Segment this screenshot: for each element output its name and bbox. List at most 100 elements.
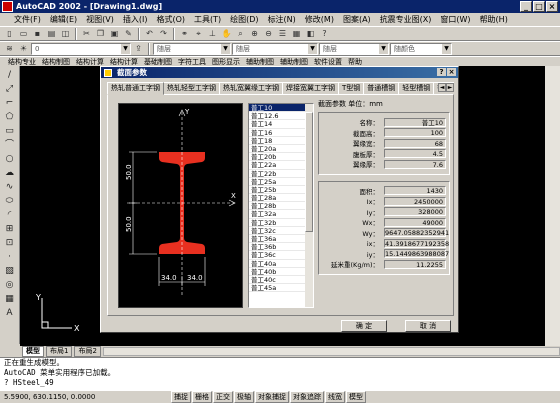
toolbar3-item[interactable]: 软件设置 [314,57,342,66]
print-preview-icon[interactable]: ◫ [59,28,72,40]
tab-section-type[interactable]: 热轧普通工字钢 [107,82,164,95]
polygon-icon[interactable]: ⬠ [3,111,17,124]
menu-item[interactable]: 绘图(D) [230,14,258,25]
menu-item[interactable]: 工具(T) [194,14,221,25]
list-item[interactable]: 普工45a [249,284,313,293]
color-dropdown[interactable]: 随层 [153,42,231,55]
osnap-icon[interactable]: ⌖ [192,28,205,40]
toolbar3-item[interactable]: 帮助 [348,57,362,66]
copy-icon[interactable]: ❐ [94,28,107,40]
list-item[interactable]: 普工22a [249,161,313,170]
status-toggle-button[interactable]: 对象捕捉 [255,391,289,403]
command-window[interactable]: 正在重生成模型。 AutoCAD 菜单实用程序已加载。 ? HSteel_49 [0,357,560,391]
minimize-button[interactable]: _ [520,1,532,12]
undo-icon[interactable]: ↶ [143,28,156,40]
match-properties-icon[interactable]: ✎ [122,28,135,40]
circle-icon[interactable]: ○ [3,153,17,166]
point-icon[interactable]: · [3,251,17,264]
dialog-close-button[interactable]: × [447,68,456,76]
status-toggle-button[interactable]: 模型 [346,391,366,403]
status-toggle-button[interactable]: 正交 [213,391,233,403]
list-item[interactable]: 普工16 [249,129,313,137]
toolbar3-item[interactable]: 字符工具 [178,57,206,66]
mtext-icon[interactable]: A [3,307,17,320]
list-item[interactable]: 普工10 [249,104,313,113]
list-item[interactable]: 普工36a [249,235,313,244]
region-icon[interactable]: ◎ [3,279,17,292]
list-scrollbar[interactable] [305,104,313,307]
hatch-icon[interactable]: ▧ [3,265,17,278]
list-item[interactable]: 普工18 [249,137,313,145]
paste-icon[interactable]: ▣ [108,28,121,40]
insert-block-icon[interactable]: ⊞ [3,223,17,236]
tab-model[interactable]: 模型 [22,346,44,357]
line-icon[interactable]: / [3,69,17,82]
open-file-icon[interactable]: ▭ [17,28,30,40]
list-item[interactable]: 普工36c [249,251,313,260]
zoom-realtime-icon[interactable]: ⌕ [234,28,247,40]
ucs-icon[interactable]: ⊥ [206,28,219,40]
list-item[interactable]: 普工20a [249,145,313,154]
tab-layout1[interactable]: 布局1 [46,346,73,357]
list-item[interactable]: 普工25a [249,178,313,186]
menu-item[interactable]: 格式(O) [156,14,185,25]
hyperlink-icon[interactable]: ⚭ [178,28,191,40]
menu-item[interactable]: 窗口(W) [440,14,470,25]
list-item[interactable]: 普工32c [249,227,313,235]
list-item[interactable]: 普工32b [249,219,313,227]
toolbar3-item[interactable]: 结构计算 [76,57,104,66]
menu-item[interactable]: 视图(V) [86,14,114,25]
menu-item[interactable]: 标注(N) [268,14,296,25]
arc-icon[interactable]: ⌒ [3,139,17,152]
layer-state-icon[interactable]: ☀ [17,43,30,55]
layer-dropdown[interactable]: 0 [31,42,131,55]
ok-button[interactable]: 确 定 [341,320,387,332]
menu-item[interactable]: 图案(A) [343,14,371,25]
ellipse-icon[interactable]: ⬭ [3,195,17,208]
status-toggle-button[interactable]: 极轴 [234,391,254,403]
tool-palette-icon[interactable]: ◧ [304,28,317,40]
lineweight-dropdown[interactable]: 随层 [319,42,389,55]
status-toggle-button[interactable]: 线宽 [325,391,345,403]
maximize-button[interactable]: □ [533,1,545,12]
ellipse-arc-icon[interactable]: ◜ [3,209,17,222]
linetype-dropdown[interactable]: 随层 [232,42,318,55]
redo-icon[interactable]: ↷ [157,28,170,40]
list-item[interactable]: 普工40b [249,268,313,276]
construction-line-icon[interactable]: ⤢ [3,83,17,96]
toolbar3-item[interactable]: 结构计算 [110,57,138,66]
cancel-button[interactable]: 取 消 [405,320,451,332]
properties-icon[interactable]: ☰ [276,28,289,40]
list-item[interactable]: 普工14 [249,120,313,129]
status-toggle-button[interactable]: 栅格 [192,391,212,403]
list-item[interactable]: 普工25b [249,186,313,195]
menu-item[interactable]: 抗震专业图(X) [380,14,432,25]
zoom-window-icon[interactable]: ⊕ [248,28,261,40]
cut-icon[interactable]: ✂ [80,28,93,40]
revcloud-icon[interactable]: ☁ [3,167,17,180]
list-item[interactable]: 普工22b [249,170,313,178]
print-icon[interactable]: ▤ [45,28,58,40]
help-icon[interactable]: ? [318,28,331,40]
menu-item[interactable]: 文件(F) [14,14,41,25]
menu-item[interactable]: 插入(I) [123,14,148,25]
vertical-scrollbar[interactable] [545,66,560,346]
pan-icon[interactable]: ✋ [220,28,233,40]
zoom-previous-icon[interactable]: ⊖ [262,28,275,40]
close-button[interactable]: × [546,1,558,12]
menu-item[interactable]: 编辑(E) [50,14,77,25]
list-item[interactable]: 普工40a [249,260,313,268]
plotstyle-dropdown[interactable]: 随颜色 [390,42,452,55]
toolbar3-item[interactable]: 图形显示 [212,57,240,66]
make-block-icon[interactable]: ⊡ [3,237,17,250]
polyline-icon[interactable]: ⌐ [3,97,17,110]
status-toggle-button[interactable]: 对象追踪 [290,391,324,403]
layer-manager-icon[interactable]: ≋ [3,43,16,55]
list-item[interactable]: 普工32a [249,210,313,219]
tab-scroll-left-icon[interactable]: ◄ [438,83,446,92]
new-file-icon[interactable]: ▯ [3,28,16,40]
dialog-help-button[interactable]: ? [437,68,446,76]
section-list[interactable]: 普工10 普工12.6 普工14 普工16 普工18 普工20a 普工20b 普工22a 普工2… [248,103,314,308]
save-icon[interactable]: ▪ [31,28,44,40]
table-icon[interactable]: ▦ [3,293,17,306]
